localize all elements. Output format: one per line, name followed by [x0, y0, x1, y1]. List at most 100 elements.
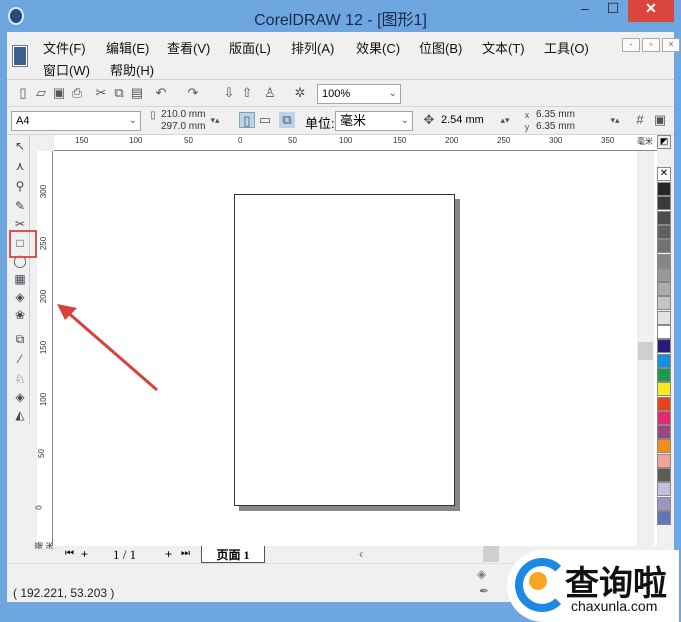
- color-swatch[interactable]: [657, 425, 671, 440]
- color-swatch[interactable]: [657, 367, 671, 382]
- color-swatch[interactable]: [657, 253, 671, 268]
- color-swatch[interactable]: [657, 410, 671, 425]
- color-swatch[interactable]: [657, 310, 671, 325]
- color-swatch[interactable]: [657, 296, 671, 311]
- color-swatch[interactable]: [657, 453, 671, 468]
- paper-type-select[interactable]: A4 ⌄: [11, 111, 141, 131]
- application-launcher-icon[interactable]: ♙: [262, 85, 278, 101]
- mdi-close-button[interactable]: ×: [662, 38, 680, 52]
- open-icon[interactable]: ▱: [33, 85, 49, 101]
- close-button[interactable]: ✕: [628, 0, 674, 22]
- page-a4[interactable]: [234, 194, 455, 506]
- duplicate-y-field[interactable]: 6.35 mm: [536, 121, 575, 132]
- portrait-icon[interactable]: ▯: [239, 112, 255, 128]
- no-color-swatch[interactable]: ✕: [657, 167, 671, 181]
- menu-window[interactable]: 窗口(W): [43, 60, 90, 79]
- scrollbar-thumb[interactable]: [638, 342, 653, 360]
- color-swatch[interactable]: [657, 353, 671, 368]
- graph-paper-tool-icon[interactable]: ▦: [12, 272, 28, 288]
- color-swatch[interactable]: [657, 182, 671, 196]
- spinner-icon[interactable]: ▾▴: [607, 112, 623, 128]
- paper-width-field[interactable]: 210.0 mm: [161, 109, 205, 120]
- color-swatch[interactable]: [657, 196, 671, 211]
- zoom-level-select[interactable]: 100% ⌄: [317, 84, 401, 104]
- menu-effects[interactable]: 效果(C): [356, 38, 400, 57]
- zoom-tool-icon[interactable]: ⚲: [12, 179, 28, 195]
- cut-icon[interactable]: ✂: [93, 85, 109, 101]
- color-swatch[interactable]: [657, 439, 671, 454]
- copy-icon[interactable]: ⧉: [111, 85, 127, 101]
- color-swatch[interactable]: [657, 510, 671, 525]
- unit-select[interactable]: 毫米 ⌄: [335, 111, 413, 131]
- palette-flyout-icon[interactable]: ◩: [657, 135, 671, 149]
- color-swatch[interactable]: [657, 267, 671, 282]
- add-page-before-button[interactable]: +: [81, 547, 88, 561]
- horizontal-ruler[interactable]: 150 100 50 0 50 100 150 200 250 300 350 …: [54, 135, 657, 151]
- paper-height-field[interactable]: 297.0 mm: [161, 121, 205, 132]
- duplicate-x-field[interactable]: 6.35 mm: [536, 109, 575, 120]
- color-swatch[interactable]: [657, 339, 671, 354]
- freehand-tool-icon[interactable]: ✎: [12, 199, 28, 215]
- fill-status-icon[interactable]: ◈: [477, 567, 486, 581]
- eyedropper-tool-icon[interactable]: ⁄: [12, 352, 28, 368]
- menu-layout[interactable]: 版面(L): [229, 38, 271, 57]
- corel-online-icon[interactable]: ✲: [292, 85, 308, 101]
- print-icon[interactable]: ⎙: [69, 85, 85, 101]
- mdi-restore-button[interactable]: ▫: [642, 38, 660, 52]
- document-icon[interactable]: [13, 46, 27, 66]
- all-pages-icon[interactable]: ⧉: [279, 112, 295, 128]
- color-swatch[interactable]: [657, 396, 671, 411]
- page-tab[interactable]: 页面 1: [201, 546, 265, 563]
- new-icon[interactable]: ▯: [15, 85, 31, 101]
- spinner-icon[interactable]: ▴▾: [497, 112, 513, 128]
- paste-icon[interactable]: ▤: [129, 85, 145, 101]
- outline-status-icon[interactable]: ✒: [479, 584, 489, 598]
- ruler-label: 150: [75, 136, 89, 145]
- horizontal-scroll-thumb[interactable]: [483, 546, 499, 562]
- color-swatch[interactable]: [657, 282, 671, 297]
- snap-grid-icon[interactable]: #: [632, 112, 648, 128]
- interactive-fill-tool-icon[interactable]: ◭: [12, 408, 28, 424]
- menu-file[interactable]: 文件(F): [43, 38, 86, 57]
- mdi-minimize-button[interactable]: -: [622, 38, 640, 52]
- menu-edit[interactable]: 编辑(E): [106, 38, 149, 57]
- snap-guides-icon[interactable]: ▣: [652, 112, 668, 128]
- menu-arrange[interactable]: 排列(A): [291, 38, 334, 57]
- add-page-after-button[interactable]: +: [165, 547, 172, 561]
- export-icon[interactable]: ⇧: [239, 85, 255, 101]
- menu-bitmaps[interactable]: 位图(B): [419, 38, 462, 57]
- menu-tools[interactable]: 工具(O): [544, 38, 589, 57]
- ruler-label: 0: [238, 136, 243, 145]
- text-tool-icon[interactable]: ❀: [12, 308, 28, 324]
- last-page-button[interactable]: ⏭: [181, 548, 190, 559]
- maximize-button[interactable]: ☐: [600, 0, 626, 22]
- shape-tool-icon[interactable]: ⋏: [12, 159, 28, 175]
- color-swatch[interactable]: [657, 224, 671, 239]
- color-swatch[interactable]: [657, 496, 671, 511]
- color-swatch[interactable]: [657, 468, 671, 482]
- basic-shapes-tool-icon[interactable]: ◈: [12, 290, 28, 306]
- outline-tool-icon[interactable]: ♘: [12, 372, 28, 388]
- interactive-blend-tool-icon[interactable]: ⧉: [12, 332, 28, 348]
- color-swatch[interactable]: [657, 325, 671, 339]
- undo-icon[interactable]: ↶: [153, 85, 169, 101]
- menu-view[interactable]: 查看(V): [167, 38, 210, 57]
- import-icon[interactable]: ⇩: [221, 85, 237, 101]
- color-swatch[interactable]: [657, 482, 671, 497]
- color-swatch[interactable]: [657, 382, 671, 397]
- redo-icon[interactable]: ↷: [185, 85, 201, 101]
- color-swatch[interactable]: [657, 210, 671, 225]
- fill-tool-icon[interactable]: ◈: [12, 390, 28, 406]
- save-icon[interactable]: ▣: [51, 85, 67, 101]
- nudge-offset-field[interactable]: 2.54 mm: [437, 111, 493, 131]
- landscape-icon[interactable]: ▭: [257, 112, 273, 128]
- menu-help[interactable]: 帮助(H): [110, 60, 154, 79]
- menu-text[interactable]: 文本(T): [482, 38, 525, 57]
- spinner-icon[interactable]: ▾▴: [207, 112, 223, 128]
- pick-tool-icon[interactable]: ↖: [12, 139, 28, 155]
- minimize-button[interactable]: –: [572, 0, 598, 22]
- vertical-ruler[interactable]: 300 250 200 150 100 50 0 毫米: [35, 151, 55, 550]
- first-page-button[interactable]: ⏮: [65, 548, 74, 559]
- color-swatch[interactable]: [657, 239, 671, 254]
- scroll-left-icon[interactable]: ‹: [359, 547, 363, 561]
